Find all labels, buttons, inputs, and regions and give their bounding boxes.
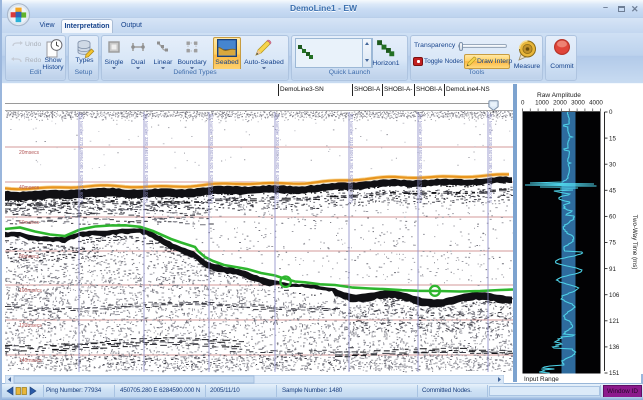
svg-text:80msecs: 80msecs xyxy=(19,254,40,260)
svg-text:91: 91 xyxy=(609,266,616,273)
svg-text:Input Range: Input Range xyxy=(524,376,559,382)
svg-text:40msecs: 40msecs xyxy=(19,185,40,191)
svg-text:Fix Number 3300 450504.800 E: Fix Number 3300 450504.800 E 6284504.800… xyxy=(275,114,280,203)
svg-text:136: 136 xyxy=(609,344,620,351)
svg-text:120msecs: 120msecs xyxy=(19,323,42,329)
svg-text:15: 15 xyxy=(609,135,616,142)
svg-text:151: 151 xyxy=(609,370,620,377)
svg-text:45: 45 xyxy=(609,188,616,195)
svg-text:100msecs: 100msecs xyxy=(19,288,42,294)
svg-text:121: 121 xyxy=(609,318,620,325)
svg-text:75: 75 xyxy=(609,240,616,247)
svg-text:4000: 4000 xyxy=(589,100,603,107)
svg-text:0: 0 xyxy=(521,100,525,107)
svg-text:Fix Number 3320 450364.200 E: Fix Number 3320 450364.200 E 6284760.400… xyxy=(418,114,423,203)
svg-text:Fix Number 3310 450619.350 E: Fix Number 3310 450619.350 E 6284650.000… xyxy=(349,114,354,203)
svg-text:0: 0 xyxy=(609,109,613,116)
svg-text:140msecs: 140msecs xyxy=(19,358,42,364)
svg-text:Raw Amplitude: Raw Amplitude xyxy=(537,92,581,99)
svg-text:20msecs: 20msecs xyxy=(19,150,40,156)
svg-text:106: 106 xyxy=(609,292,620,299)
svg-text:3000: 3000 xyxy=(571,100,585,107)
svg-text:60: 60 xyxy=(609,214,616,221)
svg-text:30: 30 xyxy=(609,161,616,168)
svg-text:2000: 2000 xyxy=(553,100,567,107)
svg-text:1000: 1000 xyxy=(535,100,549,107)
svg-text:Fix Number 3330 450705.280 E: Fix Number 3330 450705.280 E 6284590.000… xyxy=(488,114,493,203)
svg-text:Two-Way Time (ms): Two-Way Time (ms) xyxy=(631,215,638,270)
svg-text:Fix Number 3290 450394.920 E: Fix Number 3290 450394.920 E 6284370.200… xyxy=(209,114,214,203)
svg-text:Fix Number 3270 449954.080 E: Fix Number 3270 449954.080 E 6283471.600… xyxy=(79,114,84,203)
svg-text:Fix Number 3280 450169.220 E: Fix Number 3280 450169.220 E 6283913.000… xyxy=(144,114,149,203)
svg-text:60msecs: 60msecs xyxy=(19,220,40,226)
